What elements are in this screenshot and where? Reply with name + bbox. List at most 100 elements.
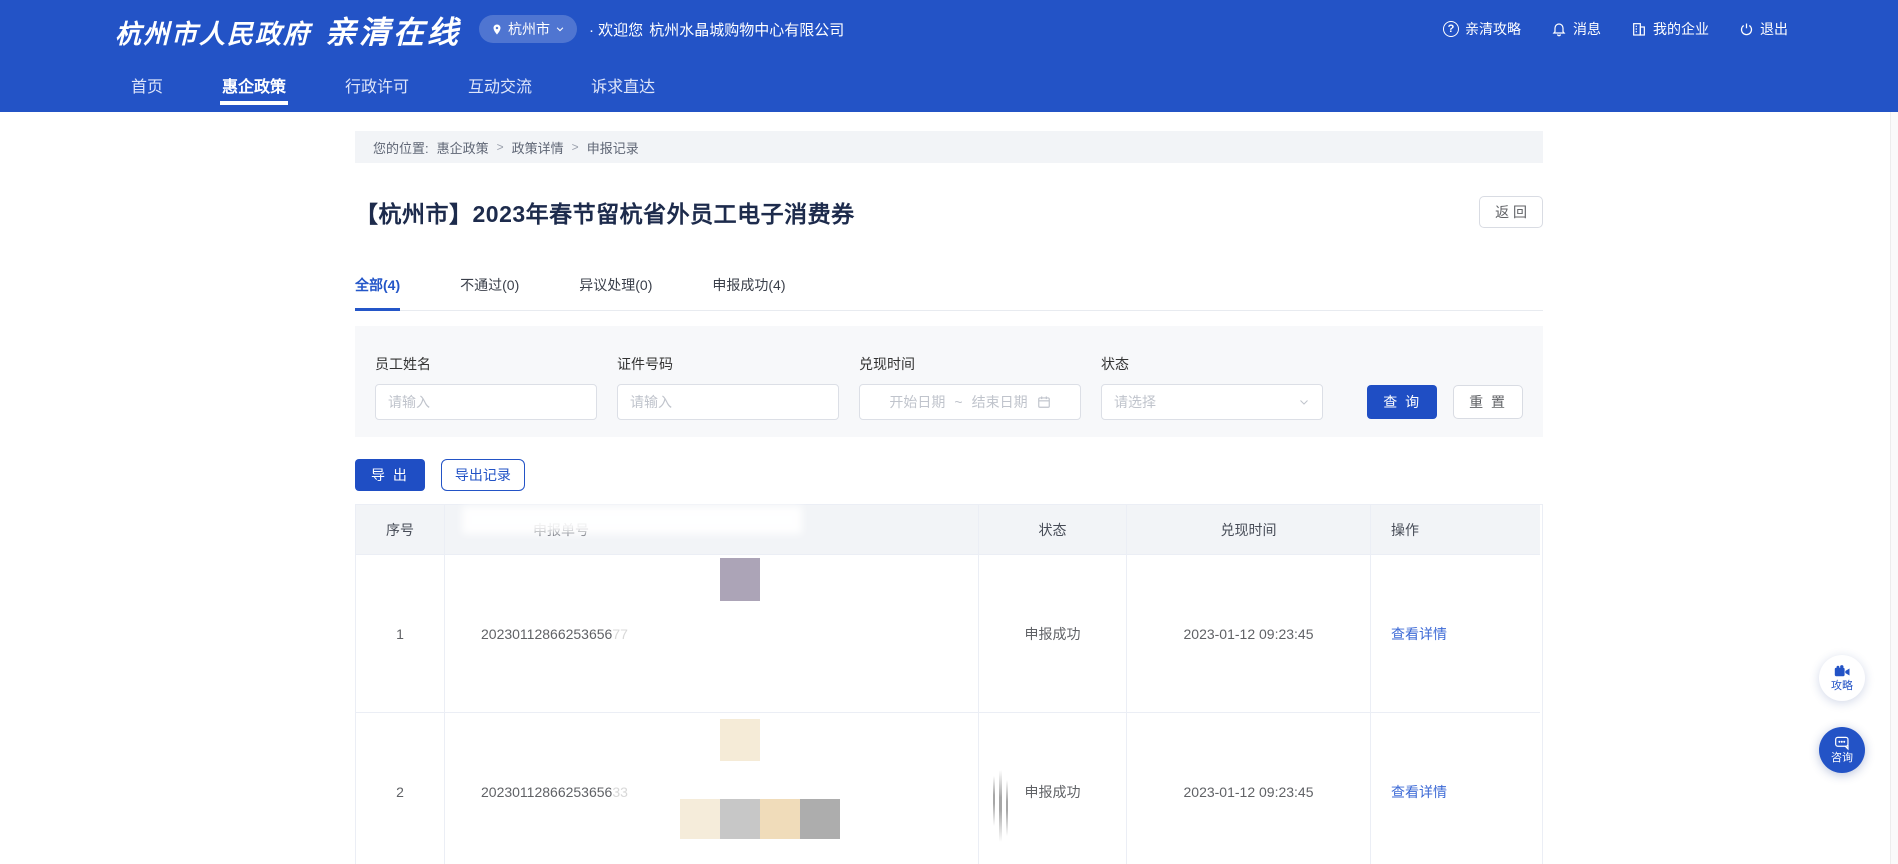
- help-circle-icon: ?: [1443, 21, 1459, 37]
- view-details-link[interactable]: 查看详情: [1391, 624, 1447, 644]
- breadcrumb: 您的位置: 惠企政策 > 政策详情 > 申报记录: [355, 131, 1543, 163]
- guide-fab-label: 攻略: [1831, 680, 1853, 692]
- export-button[interactable]: 导 出: [355, 459, 425, 491]
- employee-name-input[interactable]: [375, 384, 597, 420]
- logout-link[interactable]: 退出: [1739, 19, 1788, 39]
- range-separator: ~: [954, 394, 962, 410]
- redeem-time-range-picker[interactable]: 开始日期 ~ 结束日期: [859, 384, 1081, 420]
- main-content: 您的位置: 惠企政策 > 政策详情 > 申报记录 【杭州市】2023年春节留杭省…: [355, 131, 1543, 864]
- view-details-link[interactable]: 查看详情: [1391, 782, 1447, 802]
- employee-name-label: 员工姓名: [375, 354, 597, 374]
- order-no-faded-tail: 77: [612, 626, 628, 642]
- chevron-down-icon: [555, 24, 565, 34]
- header-links: ? 亲清攻略 消息 我的企业: [1443, 19, 1788, 39]
- col-header-status: 状态: [979, 505, 1127, 555]
- power-icon: [1739, 22, 1754, 37]
- breadcrumb-separator: >: [497, 140, 504, 154]
- status-select[interactable]: 请选择: [1101, 384, 1323, 420]
- logo-gov-text: 杭州市人民政府: [115, 14, 311, 51]
- export-records-button[interactable]: 导出记录: [441, 459, 525, 491]
- order-no-faded-tail: 33: [612, 784, 628, 800]
- search-button[interactable]: 查 询: [1367, 385, 1437, 419]
- status-label: 状态: [1101, 354, 1323, 374]
- page: 杭州市人民政府 亲清在线 杭州市 · 欢迎您 杭州水晶城购物中心有限公司 ?: [0, 0, 1898, 864]
- filter-actions: 查 询 重 置: [1367, 354, 1523, 420]
- nav-item-interaction[interactable]: 互动交流: [468, 58, 532, 112]
- header-white-blur: [462, 506, 802, 534]
- consult-fab[interactable]: 咨询: [1819, 727, 1865, 773]
- header-top-row: 杭州市人民政府 亲清在线 杭州市 · 欢迎您 杭州水晶城购物中心有限公司 ?: [0, 0, 1898, 58]
- row-order-no: 2023011286625365633: [445, 713, 979, 864]
- row-index: 2: [356, 713, 445, 864]
- block-cream-a: [720, 719, 760, 761]
- video-camera-icon: [1834, 665, 1851, 679]
- building-icon: [1631, 21, 1647, 37]
- row-action: 查看详情: [1371, 713, 1540, 864]
- table-row: 2 2023011286625365633 申报成功 2023-01-12 09…: [356, 713, 1542, 864]
- redeem-time-label: 兑现时间: [859, 354, 1081, 374]
- tab-all[interactable]: 全部(4): [355, 275, 400, 310]
- location-selector[interactable]: 杭州市: [479, 15, 577, 43]
- field-employee-name: 员工姓名: [375, 354, 597, 420]
- breadcrumb-prefix: 您的位置:: [373, 138, 429, 157]
- filter-panel: 员工姓名 证件号码 兑现时间 开始日期 ~ 结束日期 状态: [355, 326, 1543, 437]
- table-row: 1 2023011286625365677 申报成功 2023-01-12 09…: [356, 555, 1542, 713]
- guide-link[interactable]: ? 亲清攻略: [1443, 19, 1521, 39]
- bell-icon: [1551, 21, 1567, 37]
- scrollbar-track[interactable]: [1890, 112, 1898, 864]
- row-status: 申报成功: [979, 555, 1127, 713]
- start-date-placeholder: 开始日期: [889, 392, 945, 412]
- col-header-index: 序号: [356, 505, 445, 555]
- tab-rejected[interactable]: 不通过(0): [460, 275, 519, 310]
- streak-1: [993, 776, 995, 826]
- welcome-text: · 欢迎您 杭州水晶城购物中心有限公司: [589, 19, 844, 40]
- location-label: 杭州市: [508, 19, 550, 39]
- col-header-redeem-time: 兑现时间: [1127, 505, 1371, 555]
- messages-link[interactable]: 消息: [1551, 19, 1601, 39]
- nav-item-home[interactable]: 首页: [131, 58, 163, 112]
- back-button[interactable]: 返 回: [1479, 196, 1543, 228]
- status-tabs: 全部(4) 不通过(0) 异议处理(0) 申报成功(4): [355, 275, 1543, 311]
- main-nav: 首页 惠企政策 行政许可 互动交流 诉求直达: [0, 58, 1898, 112]
- title-row: 【杭州市】2023年春节留杭省外员工电子消费券 返 回: [355, 195, 1543, 229]
- site-logo[interactable]: 杭州市人民政府 亲清在线: [115, 7, 461, 52]
- chevron-down-icon: [1298, 396, 1310, 408]
- row-index: 1: [356, 555, 445, 713]
- tab-success[interactable]: 申报成功(4): [712, 275, 785, 310]
- row-order-no: 2023011286625365677: [445, 555, 979, 713]
- field-status: 状态 请选择: [1101, 354, 1323, 420]
- my-company-link[interactable]: 我的企业: [1631, 19, 1709, 39]
- nav-item-appeals[interactable]: 诉求直达: [591, 58, 655, 112]
- consult-fab-label: 咨询: [1831, 752, 1853, 764]
- tab-objection[interactable]: 异议处理(0): [579, 275, 652, 310]
- block-cream-b: [680, 799, 720, 839]
- nav-item-policies[interactable]: 惠企政策: [222, 58, 286, 112]
- id-number-input[interactable]: [617, 384, 839, 420]
- streak-3: [1006, 780, 1008, 836]
- breadcrumb-link-policy-detail[interactable]: 政策详情: [512, 138, 564, 157]
- breadcrumb-link-policies[interactable]: 惠企政策: [437, 138, 489, 157]
- status-placeholder: 请选择: [1114, 392, 1156, 412]
- row-redeem-time: 2023-01-12 09:23:45: [1127, 713, 1371, 864]
- streak-2: [999, 770, 1002, 842]
- row-redeem-time: 2023-01-12 09:23:45: [1127, 555, 1371, 713]
- end-date-placeholder: 结束日期: [972, 392, 1028, 412]
- col-header-action: 操作: [1371, 505, 1540, 555]
- block-gray-a: [720, 799, 760, 839]
- reset-button[interactable]: 重 置: [1453, 385, 1523, 419]
- nav-item-licensing[interactable]: 行政许可: [345, 58, 409, 112]
- welcome-prefix: · 欢迎您: [589, 19, 643, 40]
- block-tan: [760, 799, 800, 839]
- id-number-label: 证件号码: [617, 354, 839, 374]
- block-gray-b: [800, 799, 840, 839]
- site-header: 杭州市人民政府 亲清在线 杭州市 · 欢迎您 杭州水晶城购物中心有限公司 ?: [0, 0, 1898, 112]
- page-title: 【杭州市】2023年春节留杭省外员工电子消费券: [355, 195, 855, 229]
- logo-brand-text: 亲清在线: [325, 7, 461, 52]
- breadcrumb-current: 申报记录: [587, 138, 639, 157]
- chat-icon: [1834, 736, 1851, 751]
- guide-fab[interactable]: 攻略: [1819, 655, 1865, 701]
- location-pin-icon: [491, 23, 503, 36]
- company-name: 杭州水晶城购物中心有限公司: [649, 19, 844, 40]
- calendar-icon: [1037, 395, 1051, 409]
- block-purple: [720, 558, 760, 601]
